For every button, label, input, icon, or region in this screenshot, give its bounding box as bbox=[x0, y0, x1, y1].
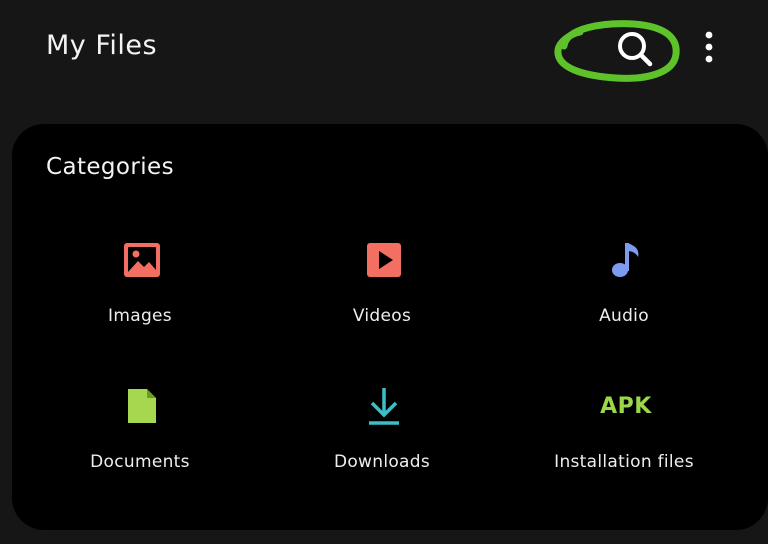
download-icon bbox=[364, 386, 404, 426]
category-images[interactable]: Images bbox=[20, 240, 260, 360]
category-documents[interactable]: Documents bbox=[20, 386, 260, 506]
category-videos[interactable]: Videos bbox=[262, 240, 502, 360]
music-note-icon bbox=[606, 240, 646, 280]
category-label: Documents bbox=[90, 452, 190, 472]
category-label: Installation files bbox=[554, 452, 694, 472]
category-installation-files[interactable]: APK Installation files bbox=[504, 386, 744, 506]
search-button[interactable] bbox=[554, 18, 680, 82]
category-downloads[interactable]: Downloads bbox=[262, 386, 502, 506]
category-label: Audio bbox=[599, 306, 649, 326]
category-audio[interactable]: Audio bbox=[504, 240, 744, 360]
search-icon bbox=[618, 32, 653, 67]
apk-icon: APK bbox=[586, 386, 666, 426]
video-play-icon bbox=[364, 240, 404, 280]
document-icon bbox=[122, 386, 162, 426]
image-icon bbox=[122, 240, 162, 280]
category-label: Downloads bbox=[333, 452, 431, 472]
categories-heading: Categories bbox=[46, 154, 174, 180]
top-app-bar: My Files bbox=[0, 0, 768, 100]
category-label: Images bbox=[108, 306, 172, 326]
page-title: My Files bbox=[46, 30, 158, 61]
my-files-app: My Files Categories Images Videos Audio … bbox=[0, 0, 768, 544]
apk-icon-text: APK bbox=[600, 393, 652, 419]
categories-card: Categories Images Videos Audio Documents… bbox=[12, 124, 768, 530]
more-vertical-icon bbox=[705, 31, 713, 63]
more-options-button[interactable] bbox=[694, 28, 724, 68]
category-label: Videos bbox=[352, 306, 412, 326]
